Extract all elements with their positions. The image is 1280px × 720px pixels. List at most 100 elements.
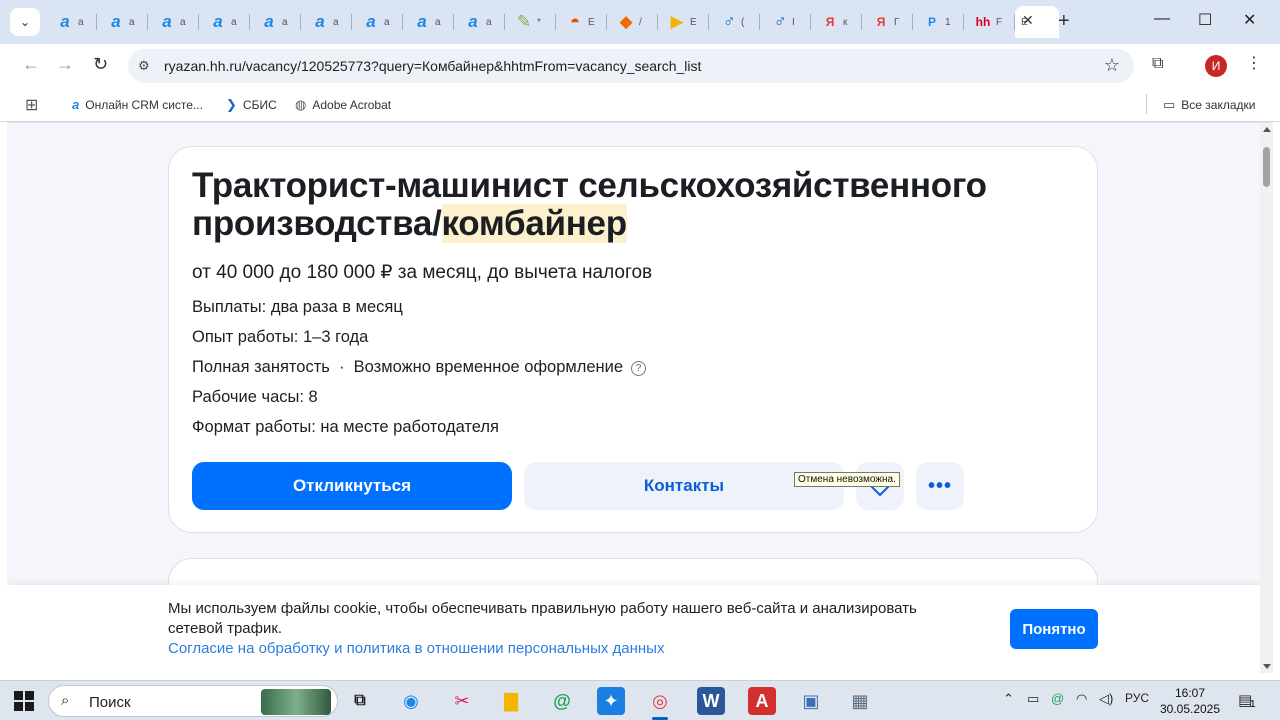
tab-favicon-icon: ♂ <box>772 12 786 31</box>
scroll-up-arrow-icon[interactable] <box>1263 127 1271 132</box>
browser-toolbar: ← → ↻ ⚙ ryazan.hh.ru/vacancy/120525773?q… <box>0 44 1280 88</box>
url-text[interactable]: ryazan.hh.ru/vacancy/120525773?query=Ком… <box>164 58 701 74</box>
clock-time: 16:07 <box>1174 686 1206 700</box>
apps-grid-icon[interactable]: ⊞ <box>25 95 38 115</box>
scroll-thumb[interactable] <box>1263 147 1270 187</box>
tab-title: / <box>639 16 642 28</box>
cookie-accept-button[interactable]: Понятно <box>1010 609 1098 649</box>
browser-tab[interactable]: Р1 <box>913 6 964 38</box>
clock[interactable]: 16:07 30.05.2025 <box>1158 685 1222 717</box>
cookie-banner: Мы используем файлы cookie, чтобы обеспе… <box>7 585 1273 673</box>
vacancy-card: Тракторист-машинист сельскохозяйственног… <box>168 146 1098 533</box>
sbis-logo-icon: ❯ <box>226 97 237 112</box>
divider <box>1146 94 1147 114</box>
bookmark-crm[interactable]: a Онлайн CRM систе... <box>72 97 203 112</box>
bookmark-sbis[interactable]: ❯ СБИС <box>226 97 277 113</box>
page-viewport: Тракторист-машинист сельскохозяйственног… <box>7 123 1273 673</box>
all-bookmarks[interactable]: ▭ Все закладки <box>1163 97 1256 113</box>
reload-icon[interactable]: ↻ <box>93 54 108 75</box>
browser-tab[interactable]: aа <box>301 6 352 38</box>
edge-browser-icon[interactable]: ◉ <box>397 687 425 715</box>
browser-tab[interactable]: aа <box>403 6 454 38</box>
mail-tray-icon[interactable]: @ <box>1051 691 1064 706</box>
minimize-icon[interactable]: — <box>1154 10 1170 28</box>
mail-app-icon[interactable]: @ <box>548 687 576 715</box>
privacy-policy-link[interactable]: Согласие на обработку и политика в отнош… <box>168 640 664 657</box>
new-tab-button[interactable]: + <box>1058 10 1070 33</box>
profile-avatar[interactable]: И <box>1205 55 1227 77</box>
tab-favicon-icon: hh <box>975 15 991 29</box>
browser-tab[interactable]: ▶ E <box>658 6 709 38</box>
browser-tab[interactable]: aа <box>46 6 97 38</box>
browser-tab[interactable]: aа <box>148 6 199 38</box>
tab-favicon-icon: a <box>111 12 121 31</box>
browser-tab[interactable]: aа <box>250 6 301 38</box>
tab-list: a а a а a а a а a а a а a а a а a а ✎ * ◓ E ◆ / ▶ E ♂(♂ I Як Я Г Р 1 hh F E <box>46 6 1059 38</box>
acrobat-icon[interactable]: A <box>748 687 776 715</box>
bookmark-label: СБИС <box>242 98 277 112</box>
browser-tab[interactable]: aа <box>454 6 505 38</box>
forward-arrow-icon[interactable]: → <box>56 54 74 75</box>
browser-tab[interactable]: ♂ I <box>760 6 811 38</box>
close-tab-icon[interactable]: ✕ <box>1022 12 1034 29</box>
browser-tab[interactable]: aа <box>97 6 148 38</box>
windows-start-button[interactable] <box>14 691 34 711</box>
apply-button[interactable]: Откликнуться <box>192 462 512 510</box>
browser-tab[interactable]: aа <box>352 6 403 38</box>
tray-expand-icon[interactable]: ⌃ <box>1003 691 1014 707</box>
browser-tab[interactable]: ♂( <box>709 6 760 38</box>
tab-title: а <box>129 16 135 28</box>
language-indicator[interactable]: РУС <box>1125 691 1149 705</box>
tab-favicon-icon: a <box>468 12 478 31</box>
browser-tab[interactable]: ◓ E <box>556 6 607 38</box>
browser-tab[interactable]: Як <box>811 6 862 38</box>
extensions-icon[interactable]: ⧉ <box>1152 55 1163 73</box>
hours-info: Рабочие часы: 8 <box>192 388 318 406</box>
browser-tab[interactable]: hh F <box>964 6 1015 38</box>
search-icon: ⌕ <box>61 692 70 709</box>
tab-favicon-icon: a <box>366 12 376 31</box>
menu-icon[interactable]: ⋮ <box>1246 53 1262 73</box>
search-highlight-image <box>261 689 331 715</box>
address-bar[interactable]: ⚙ ryazan.hh.ru/vacancy/120525773?query=К… <box>128 49 1134 83</box>
browser-tab[interactable]: aа <box>199 6 250 38</box>
help-question-icon[interactable]: ? <box>631 361 647 376</box>
taskbar-search[interactable]: ⌕ Поиск <box>48 685 338 717</box>
battery-icon[interactable]: ▭ <box>1027 691 1039 707</box>
tab-title: а <box>282 16 288 28</box>
tab-favicon-icon: a <box>264 12 274 31</box>
window-border <box>0 122 7 677</box>
bookmark-star-icon[interactable]: ☆ <box>1104 55 1120 76</box>
browser-tab[interactable]: ЯГ <box>862 6 913 38</box>
tab-title: Г <box>894 16 900 28</box>
site-info-icon[interactable]: ⚙ <box>138 58 150 74</box>
word-icon[interactable]: W <box>697 687 725 715</box>
tab-title: I <box>792 16 795 28</box>
back-arrow-icon[interactable]: ← <box>22 54 40 75</box>
remote-desktop-icon[interactable]: ▣ <box>797 687 825 715</box>
windows-taskbar: ⌕ Поиск ⧉ ◉ ✂ ▇ @ ✦ ◎ W A ▣ ▦ ⌃ ▭ @ ◠ ◁)… <box>0 680 1280 720</box>
tab-title: F <box>996 16 1003 28</box>
scrollbar[interactable] <box>1260 123 1273 673</box>
file-explorer-icon[interactable]: ▇ <box>497 687 525 715</box>
volume-icon[interactable]: ◁) <box>1099 691 1113 707</box>
maximize-icon[interactable]: ☐ <box>1198 10 1212 30</box>
chrome-icon[interactable]: ◎ <box>646 687 674 715</box>
tab-favicon-icon: ✎ <box>516 12 532 31</box>
browser-tab[interactable]: ◆ / <box>607 6 658 38</box>
task-view-icon[interactable]: ⧉ <box>346 687 374 715</box>
tab-title: а <box>384 16 390 28</box>
browser-tab[interactable]: ✎ * <box>505 6 556 38</box>
tab-favicon-icon: a <box>162 12 172 31</box>
close-window-icon[interactable]: ✕ <box>1243 10 1256 30</box>
wifi-icon[interactable]: ◠ <box>1076 691 1087 707</box>
app-store-icon[interactable]: ✦ <box>597 687 625 715</box>
snipping-tool-icon[interactable]: ✂ <box>448 687 476 715</box>
more-options-button[interactable]: ••• <box>916 462 964 510</box>
scroll-down-arrow-icon[interactable] <box>1263 664 1271 669</box>
tab-favicon-icon: ▶ <box>670 12 684 31</box>
bookmark-acrobat[interactable]: ◍ Adobe Acrobat <box>295 97 391 113</box>
salary-text: от 40 000 до 180 000 ₽ за месяц, до выче… <box>192 262 653 283</box>
tab-search-button[interactable]: ⌄ <box>10 8 40 36</box>
calculator-icon[interactable]: ▦ <box>846 687 874 715</box>
